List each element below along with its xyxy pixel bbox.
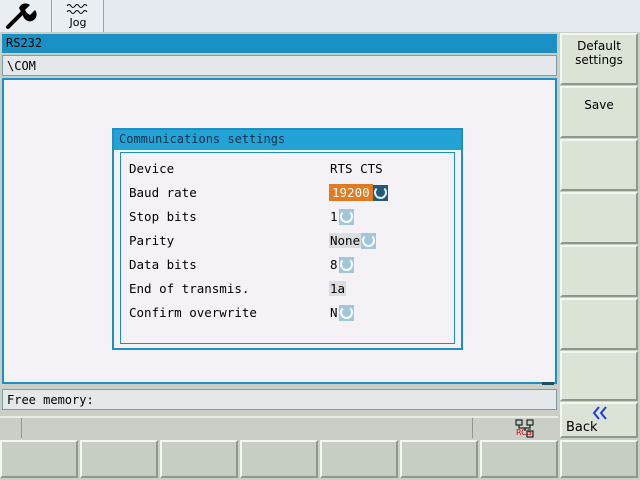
end-of-transmission-value: 1a xyxy=(329,281,347,296)
setting-label: Device xyxy=(129,161,175,176)
info-bar: RCS xyxy=(0,416,558,438)
softkey-label: Back xyxy=(566,420,598,435)
cycle-toggle-icon[interactable] xyxy=(338,304,354,321)
horizontal-softkey-2[interactable] xyxy=(80,440,158,478)
setting-row-stop-bits: Stop bits 1 xyxy=(121,205,454,227)
softkey-7[interactable] xyxy=(560,351,638,401)
setting-label: End of transmis. xyxy=(129,281,250,296)
confirm-overwrite-field[interactable]: N xyxy=(329,304,354,321)
confirm-overwrite-value: N xyxy=(330,305,338,320)
communications-settings-dialog: Communications settings Device RTS CTS B… xyxy=(112,128,463,350)
double-chevron-left-icon xyxy=(592,406,607,420)
setting-row-baud-rate: Baud rate 19200 xyxy=(121,181,454,203)
horizontal-softkey-6[interactable] xyxy=(400,440,478,478)
softkey-label: settings xyxy=(575,53,623,67)
setting-label: Stop bits xyxy=(129,209,197,224)
softkey-label: Save xyxy=(584,98,614,112)
setting-label: Baud rate xyxy=(129,185,197,200)
jog-label: Jog xyxy=(69,16,87,29)
data-bits-field[interactable]: 8 xyxy=(329,256,354,273)
softkey-6[interactable] xyxy=(560,298,638,350)
machine-area-button[interactable] xyxy=(0,0,52,32)
device-value: RTS CTS xyxy=(330,161,383,176)
dialog-title: Communications settings xyxy=(114,130,461,150)
setting-label: Data bits xyxy=(129,257,197,272)
wrench-icon xyxy=(6,3,37,29)
horizontal-softkey-8[interactable] xyxy=(560,440,638,478)
baud-rate-field[interactable]: 19200 xyxy=(329,184,388,201)
cycle-toggle-icon[interactable] xyxy=(338,208,354,225)
window-title: RS232 xyxy=(2,34,557,53)
default-settings-softkey[interactable]: Default settings xyxy=(560,33,638,85)
horizontal-softkey-1[interactable] xyxy=(0,440,78,478)
free-memory-status: Free memory: xyxy=(2,389,557,410)
end-of-transmission-field[interactable]: 1a xyxy=(329,280,347,297)
scroll-indicator xyxy=(542,382,554,385)
parity-field[interactable]: None xyxy=(329,232,377,249)
horizontal-softkey-4[interactable] xyxy=(240,440,318,478)
setting-label: Parity xyxy=(129,233,175,248)
rcs-status: RCS xyxy=(472,418,558,438)
path-field: \COM xyxy=(2,55,557,76)
stop-bits-value: 1 xyxy=(330,209,338,224)
rcs-label: RCS xyxy=(516,428,532,437)
setting-label: Confirm overwrite xyxy=(129,305,257,320)
horizontal-softkey-5[interactable] xyxy=(320,440,398,478)
settings-form: Device RTS CTS Baud rate 19200 Stop bits… xyxy=(120,152,455,344)
horizontal-softkey-7[interactable] xyxy=(480,440,558,478)
setting-row-device: Device RTS CTS xyxy=(121,157,454,179)
save-softkey[interactable]: Save xyxy=(560,86,638,138)
horizontal-softkey-3[interactable] xyxy=(160,440,238,478)
softkey-label: Default xyxy=(577,39,621,53)
setting-row-parity: Parity None xyxy=(121,229,454,251)
baud-rate-value: 19200 xyxy=(329,184,373,201)
stop-bits-field[interactable]: 1 xyxy=(329,208,354,225)
info-bar-cell xyxy=(0,418,22,438)
jog-mode-button[interactable]: Jog xyxy=(52,0,104,32)
softkey-5[interactable] xyxy=(560,245,638,297)
softkey-3[interactable] xyxy=(560,139,638,191)
setting-row-data-bits: Data bits 8 xyxy=(121,253,454,275)
softkey-4[interactable] xyxy=(560,192,638,244)
data-bits-value: 8 xyxy=(330,257,338,272)
setting-row-confirm-overwrite: Confirm overwrite N xyxy=(121,301,454,323)
back-softkey[interactable]: Back xyxy=(560,402,638,438)
toolbar-empty-area xyxy=(104,0,640,32)
cycle-toggle-icon[interactable] xyxy=(372,184,388,201)
jog-wave-icon xyxy=(66,4,88,14)
parity-value: None xyxy=(329,233,362,248)
cycle-toggle-icon[interactable] xyxy=(361,232,377,249)
cycle-toggle-icon[interactable] xyxy=(338,256,354,273)
setting-row-end-of-transmission: End of transmis. 1a xyxy=(121,277,454,299)
